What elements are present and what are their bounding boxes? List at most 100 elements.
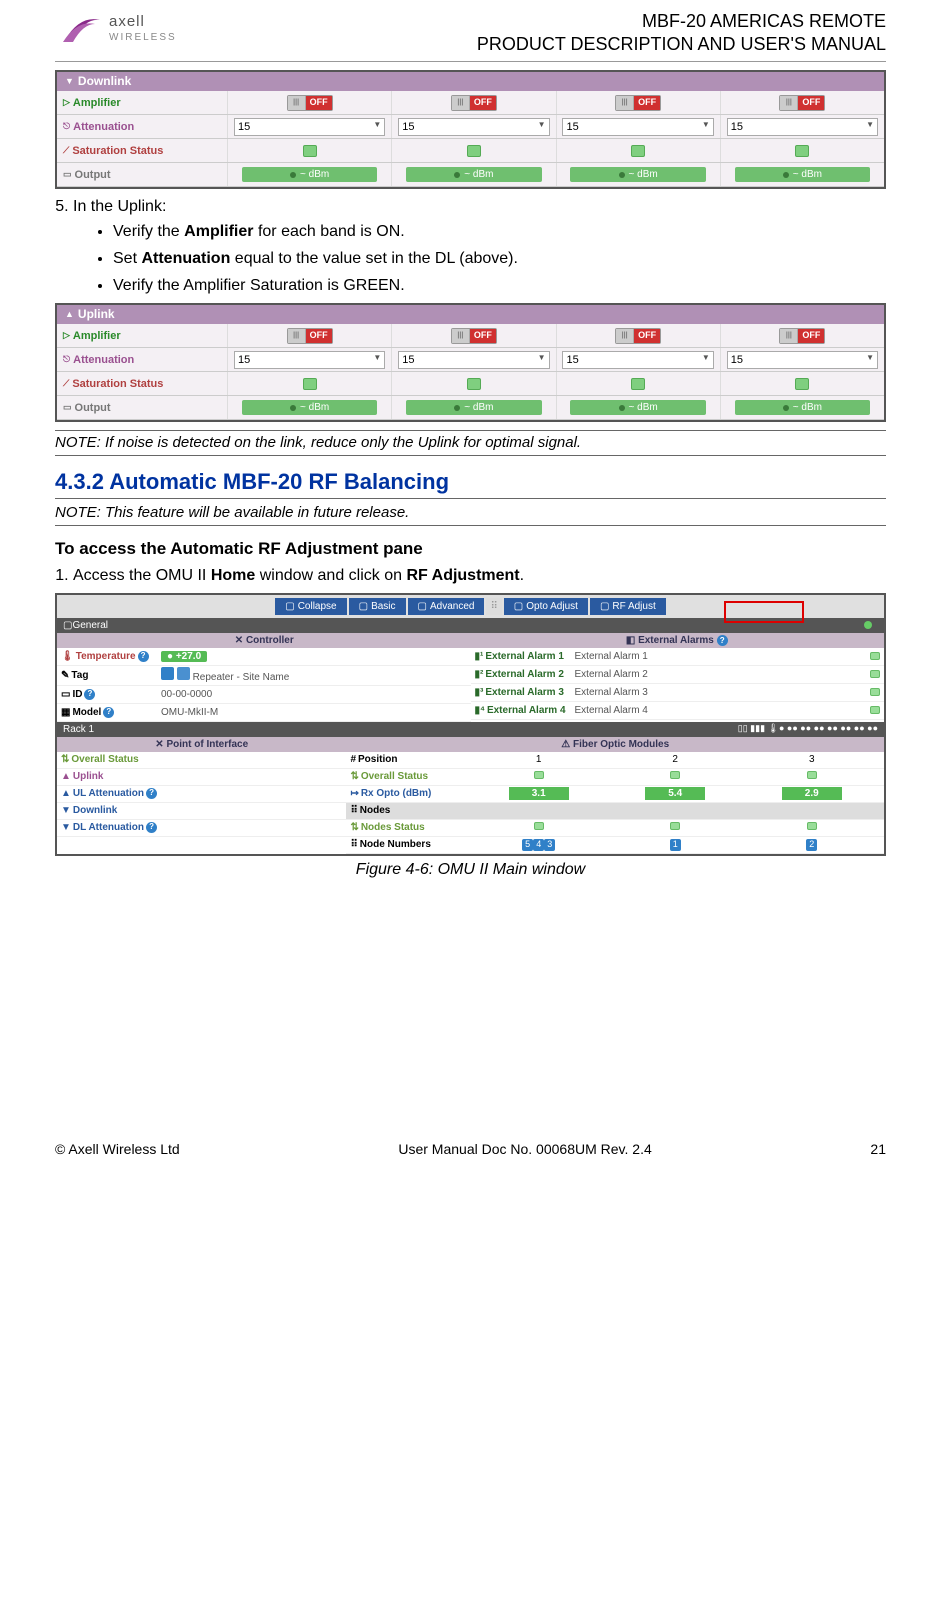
poi-icon: ✕ <box>155 739 166 750</box>
chevron-down-icon: ▼ <box>538 120 546 134</box>
step-5: In the Uplink: Verify the Amplifier for … <box>73 197 886 296</box>
dl-attenuation-row: ⎋Attenuation 15▼ 15▼ 15▼ 15▼ <box>57 115 884 139</box>
chevron-down-icon: ▼ <box>702 353 710 367</box>
ea1-label: External Alarm 1 <box>485 650 564 663</box>
dl-amplifier-label: Amplifier <box>73 96 121 110</box>
temperature-value: ● +27.0 <box>161 651 207 662</box>
ul-out-4: ~ dBm <box>735 400 870 415</box>
logo-subtext: WIRELESS <box>109 31 177 44</box>
pos-2: 2 <box>607 753 744 766</box>
amp-icon: ▷ <box>63 97 70 109</box>
chevron-down-icon: ▼ <box>373 120 381 134</box>
dl-amp-toggle-3[interactable]: OFF <box>615 95 661 111</box>
ul-amp-toggle-1[interactable]: OFF <box>287 328 333 344</box>
rx-icon: ↦ <box>350 787 358 800</box>
dl-att-label: DL Attenuation <box>73 821 144 834</box>
logo-text: axell <box>109 12 177 32</box>
out-icon: ▭ <box>63 402 72 414</box>
node-badge[interactable]: 4 <box>533 839 544 851</box>
ul-out-2: ~ dBm <box>406 400 541 415</box>
help-icon[interactable]: ? <box>146 788 157 799</box>
doc-title-2: PRODUCT DESCRIPTION AND USER'S MANUAL <box>477 33 886 56</box>
node-badge[interactable]: 5 <box>522 839 533 851</box>
uplink-panel: ▲ Uplink ▷Amplifier OFF OFF OFF OFF ⎋Att… <box>55 303 886 423</box>
dl-amp-toggle-2[interactable]: OFF <box>451 95 497 111</box>
ul-saturation-label: Saturation Status <box>72 377 163 391</box>
ul-amp-toggle-4[interactable]: OFF <box>779 328 825 344</box>
ul-attn-select-2[interactable]: 15▼ <box>398 351 549 369</box>
help-icon[interactable]: ? <box>146 822 157 833</box>
ul-attn-select-1[interactable]: 15▼ <box>234 351 385 369</box>
model-label: Model <box>72 706 101 719</box>
id-label: ID <box>72 688 82 701</box>
alarm-icon: ▮¹ <box>475 650 484 663</box>
rf-adjust-button[interactable]: ▢ RF Adjust <box>590 598 666 615</box>
section-heading: 4.3.2 Automatic MBF-20 RF Balancing <box>55 468 886 500</box>
dl-amplifier-row: ▷Amplifier OFF OFF OFF OFF <box>57 91 884 115</box>
highlight-box <box>724 601 804 623</box>
status-icon: ⇅ <box>350 821 358 834</box>
ul-attn-select-4[interactable]: 15▼ <box>727 351 878 369</box>
ul-attn-select-3[interactable]: 15▼ <box>562 351 713 369</box>
help-icon[interactable]: ? <box>103 707 114 718</box>
help-icon[interactable]: ? <box>138 651 149 662</box>
node-badge[interactable]: 1 <box>670 839 681 851</box>
tag-icon: ✎ <box>61 669 69 682</box>
step5-bullet-1: Verify the Amplifier for each band is ON… <box>113 222 886 243</box>
ul-sat-indicator-4 <box>795 378 809 390</box>
advanced-button[interactable]: ▢ Advanced <box>408 598 485 615</box>
dl-out-3: ~ dBm <box>570 167 705 182</box>
dl-out-2: ~ dBm <box>406 167 541 182</box>
nodenum-icon: ⠿ <box>350 838 357 851</box>
ul-amplifier-label: Amplifier <box>73 329 121 343</box>
poi-downlink-label: Downlink <box>73 804 117 817</box>
ul-amp-toggle-2[interactable]: OFF <box>451 328 497 344</box>
page-footer: © Axell Wireless Ltd User Manual Doc No.… <box>55 1140 886 1158</box>
edit-icon[interactable] <box>177 667 190 680</box>
status-indicator <box>670 822 680 830</box>
status-indicator <box>870 706 880 714</box>
rx-3: 2.9 <box>782 787 842 800</box>
amp-icon: ▷ <box>63 330 70 342</box>
model-icon: ▦ <box>61 706 70 719</box>
dl-attn-select-2[interactable]: 15▼ <box>398 118 549 136</box>
dl-saturation-row: ⟋Saturation Status <box>57 139 884 163</box>
tag-value: Repeater - Site Name <box>193 672 290 683</box>
nodes-label: Nodes <box>360 804 391 817</box>
step5-lead: In the Uplink: <box>73 198 166 215</box>
position-icon: # <box>350 753 356 766</box>
collapse-button[interactable]: ▢ Collapse <box>275 598 346 615</box>
dl-attenuation-label: Attenuation <box>73 120 134 134</box>
status-indicator <box>870 688 880 696</box>
downlink-header: ▼ Downlink <box>57 72 884 92</box>
dl-attn-select-4[interactable]: 15▼ <box>727 118 878 136</box>
dl-output-row: ▭Output ~ dBm ~ dBm ~ dBm ~ dBm <box>57 163 884 187</box>
node-badge[interactable]: 2 <box>806 839 817 851</box>
node-badge[interactable]: 3 <box>544 839 555 851</box>
subsection-heading: To access the Automatic RF Adjustment pa… <box>55 538 886 560</box>
ul-output-label: Output <box>75 401 111 415</box>
dl-attn-select-3[interactable]: 15▼ <box>562 118 713 136</box>
header-titles: MBF-20 AMERICAS REMOTE PRODUCT DESCRIPTI… <box>477 10 886 57</box>
basic-button[interactable]: ▢ Basic <box>349 598 406 615</box>
lock-icon[interactable] <box>161 667 174 680</box>
opto-adjust-button[interactable]: ▢ Opto Adjust <box>504 598 588 615</box>
status-indicator <box>534 771 544 779</box>
ul-out-1: ~ dBm <box>242 400 377 415</box>
dl-amp-toggle-1[interactable]: OFF <box>287 95 333 111</box>
help-icon[interactable]: ? <box>84 689 95 700</box>
ul-amp-toggle-3[interactable]: OFF <box>615 328 661 344</box>
ea3-value: External Alarm 3 <box>575 686 871 699</box>
help-icon[interactable]: ? <box>717 635 728 646</box>
att-icon: ⎋ <box>63 121 70 133</box>
pos-3: 3 <box>743 753 880 766</box>
ul-sat-indicator-2 <box>467 378 481 390</box>
ea4-label: External Alarm 4 <box>487 704 566 717</box>
id-icon: ▭ <box>61 688 70 701</box>
dl-att-icon: ▼ <box>61 821 71 834</box>
chevron-down-icon: ▼ <box>538 353 546 367</box>
dl-attn-select-1[interactable]: 15▼ <box>234 118 385 136</box>
alarm-icon: ▮⁴ <box>475 704 485 717</box>
downlink-title: Downlink <box>78 74 131 90</box>
dl-amp-toggle-4[interactable]: OFF <box>779 95 825 111</box>
